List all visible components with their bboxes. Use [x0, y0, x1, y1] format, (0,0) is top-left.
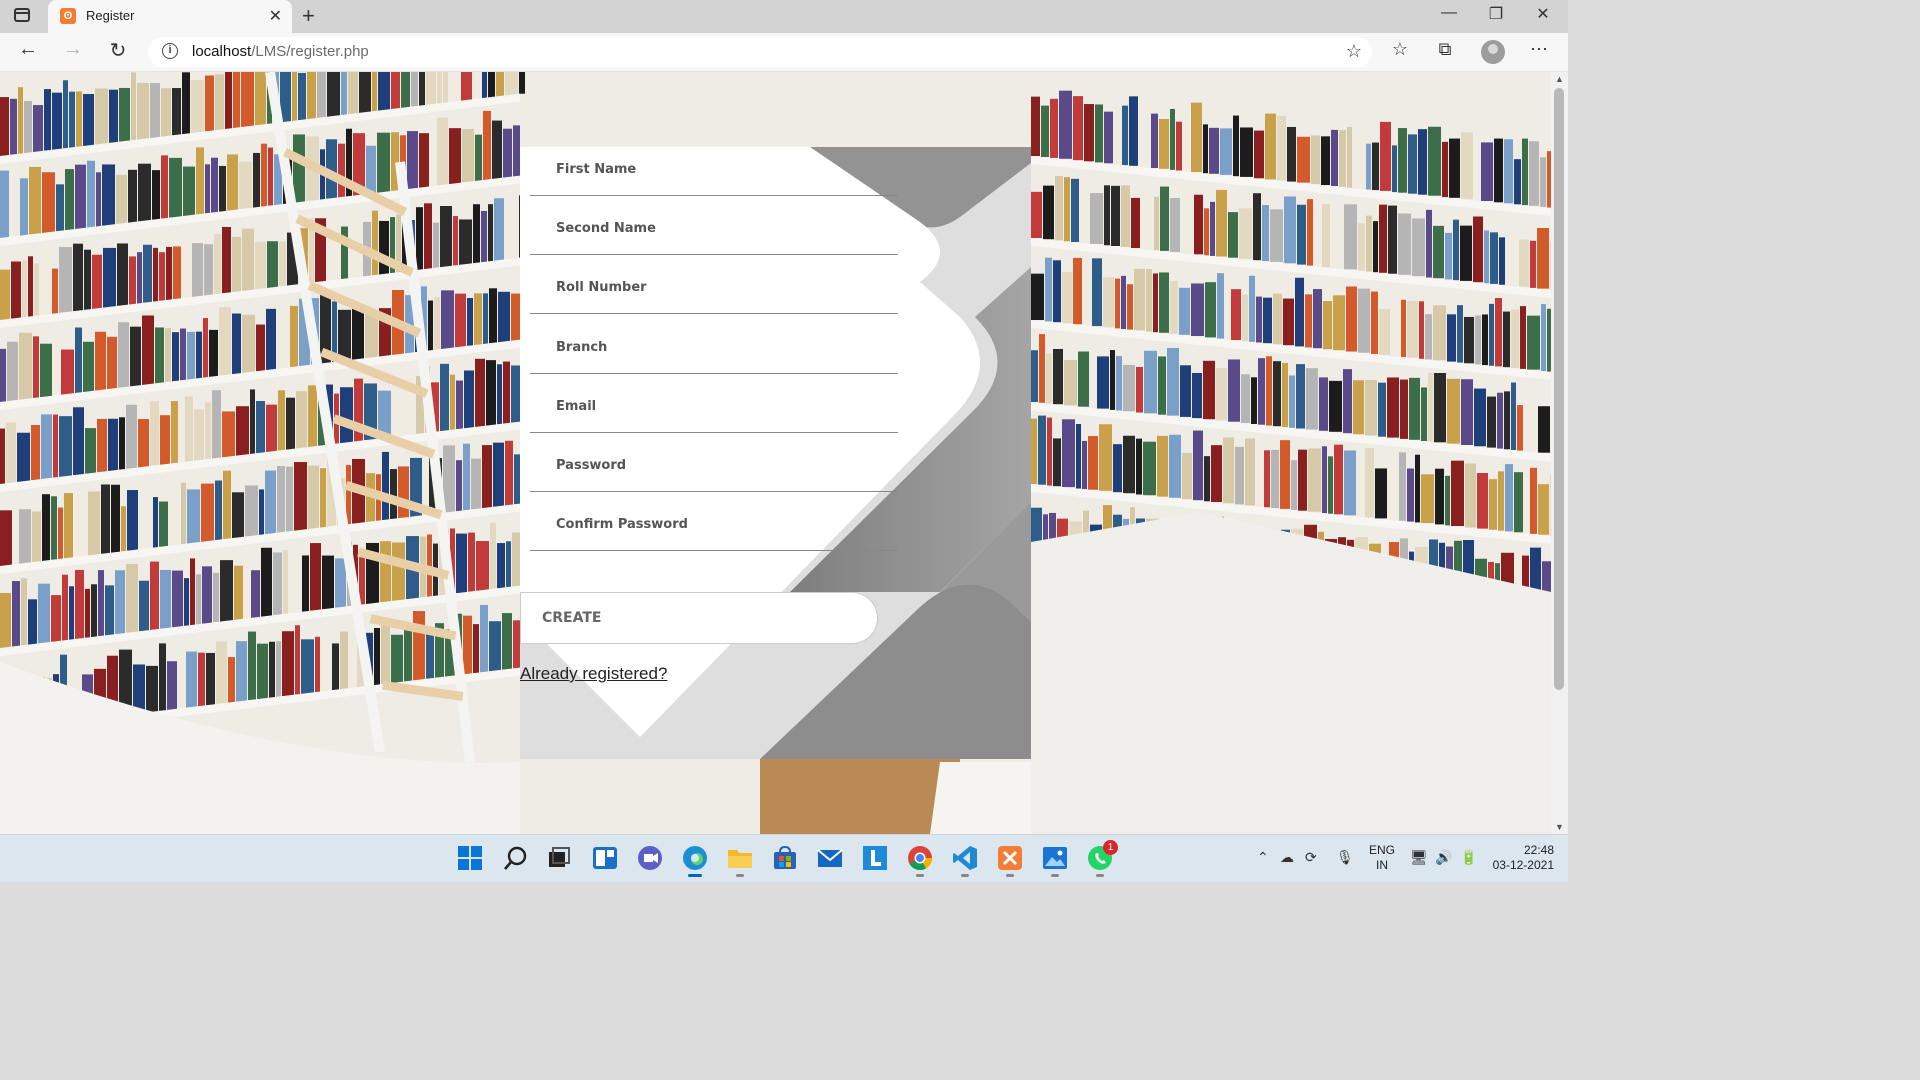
scroll-down-icon[interactable]: ▼: [1555, 822, 1564, 832]
first-name-field: [530, 149, 898, 196]
edge-icon[interactable]: [682, 845, 708, 877]
battery-icon[interactable]: 🔋: [1460, 849, 1477, 866]
profile-avatar[interactable]: [1481, 40, 1505, 64]
close-tab-icon[interactable]: ✕: [269, 6, 282, 26]
clock-time: 22:48: [1523, 843, 1554, 857]
start-icon[interactable]: [457, 845, 483, 871]
whatsapp-running-indicator: [1096, 874, 1104, 877]
volume-icon[interactable]: 🔊: [1435, 849, 1452, 866]
vscode-icon[interactable]: [952, 845, 978, 877]
first-name-input[interactable]: [554, 161, 888, 178]
photos-icon[interactable]: [1042, 845, 1068, 877]
tab-bar: ʘ Register ✕ + — ❐ ✕: [0, 0, 1568, 33]
confirm-password-field: [530, 504, 898, 551]
password-input[interactable]: [554, 457, 888, 474]
whatsapp-icon[interactable]: 1: [1087, 840, 1118, 877]
xampp-icon[interactable]: [997, 845, 1023, 877]
show-hidden-icons-icon[interactable]: ⌃: [1257, 849, 1269, 866]
tab-actions-icon[interactable]: [14, 8, 30, 22]
onedrive-icon[interactable]: ☁: [1280, 849, 1294, 866]
url-text[interactable]: localhost/LMS/register.php: [192, 43, 369, 60]
back-icon[interactable]: ←: [14, 38, 42, 61]
favorites-icon[interactable]: ☆: [1386, 39, 1414, 60]
site-info-icon[interactable]: i: [162, 43, 178, 59]
email-input[interactable]: [554, 398, 888, 415]
minimize-icon[interactable]: —: [1437, 4, 1461, 22]
widgets-icon[interactable]: [592, 845, 618, 871]
add-favorite-icon[interactable]: ☆: [1346, 41, 1362, 62]
roll-number-field: [530, 267, 898, 314]
xampp-favicon-icon: ʘ: [60, 8, 76, 24]
task-view-icon[interactable]: [546, 845, 572, 871]
network-icon[interactable]: 🖥: [1410, 849, 1428, 866]
sync-icon[interactable]: ⟳: [1305, 849, 1317, 866]
page-viewport: CREATE Already registered?: [0, 72, 1551, 834]
close-window-icon[interactable]: ✕: [1531, 4, 1555, 24]
photos-running-indicator: [1051, 874, 1059, 877]
chrome-icon[interactable]: [907, 845, 933, 877]
restore-icon[interactable]: ❐: [1484, 4, 1508, 24]
clock[interactable]: 22:48 03-12-2021: [1490, 843, 1554, 873]
language-indicator[interactable]: ENG IN: [1369, 843, 1395, 873]
search-icon[interactable]: [503, 845, 529, 871]
chat-icon[interactable]: [637, 845, 663, 871]
roll-number-input[interactable]: [554, 279, 888, 296]
scroll-up-icon[interactable]: ▲: [1555, 74, 1564, 84]
new-tab-icon[interactable]: +: [302, 3, 315, 29]
second-name-input[interactable]: [554, 220, 888, 237]
page-scrollbar[interactable]: ▲ ▼: [1551, 72, 1568, 834]
email-field: [530, 386, 898, 433]
more-options-icon[interactable]: ⋯: [1525, 39, 1553, 60]
whatsapp-notification-badge: 1: [1103, 840, 1118, 855]
clock-date: 03-12-2021: [1492, 858, 1554, 872]
password-field: [530, 445, 898, 492]
file-explorer-icon[interactable]: [727, 845, 753, 877]
address-bar[interactable]: i localhost/LMS/register.php ☆: [148, 37, 1372, 67]
scroll-thumb[interactable]: [1554, 88, 1564, 690]
register-card: CREATE Already registered?: [520, 147, 1031, 759]
store-icon[interactable]: [772, 845, 798, 871]
tab-register[interactable]: ʘ Register ✕: [48, 0, 292, 33]
create-button[interactable]: CREATE: [520, 592, 878, 644]
xampp-running-indicator: [1006, 874, 1014, 877]
branch-field: [530, 327, 898, 374]
chrome-running-indicator: [916, 874, 924, 877]
already-registered-link[interactable]: Already registered?: [520, 664, 667, 684]
forward-icon[interactable]: →: [59, 38, 87, 61]
windows-taskbar: 1 ⌃ ☁ ⟳ 🎙 ENG IN 🖥 🔊 🔋 22:48 03-12-2021: [0, 834, 1568, 882]
tab-title: Register: [86, 8, 135, 23]
confirm-password-input[interactable]: [554, 516, 888, 533]
second-name-field: [530, 208, 898, 255]
branch-input[interactable]: [554, 339, 888, 356]
edge-active-indicator: [688, 874, 702, 877]
explorer-running-indicator: [736, 874, 744, 877]
mail-icon[interactable]: [817, 845, 843, 871]
l-app-icon[interactable]: [862, 845, 888, 871]
microphone-icon[interactable]: 🎙: [1336, 849, 1354, 866]
browser-toolbar: ← → ↻ i localhost/LMS/register.php ☆ ☆ ⧉…: [0, 33, 1568, 72]
refresh-icon[interactable]: ↻: [104, 38, 132, 63]
vscode-running-indicator: [961, 874, 969, 877]
collections-icon[interactable]: ⧉: [1431, 39, 1459, 60]
